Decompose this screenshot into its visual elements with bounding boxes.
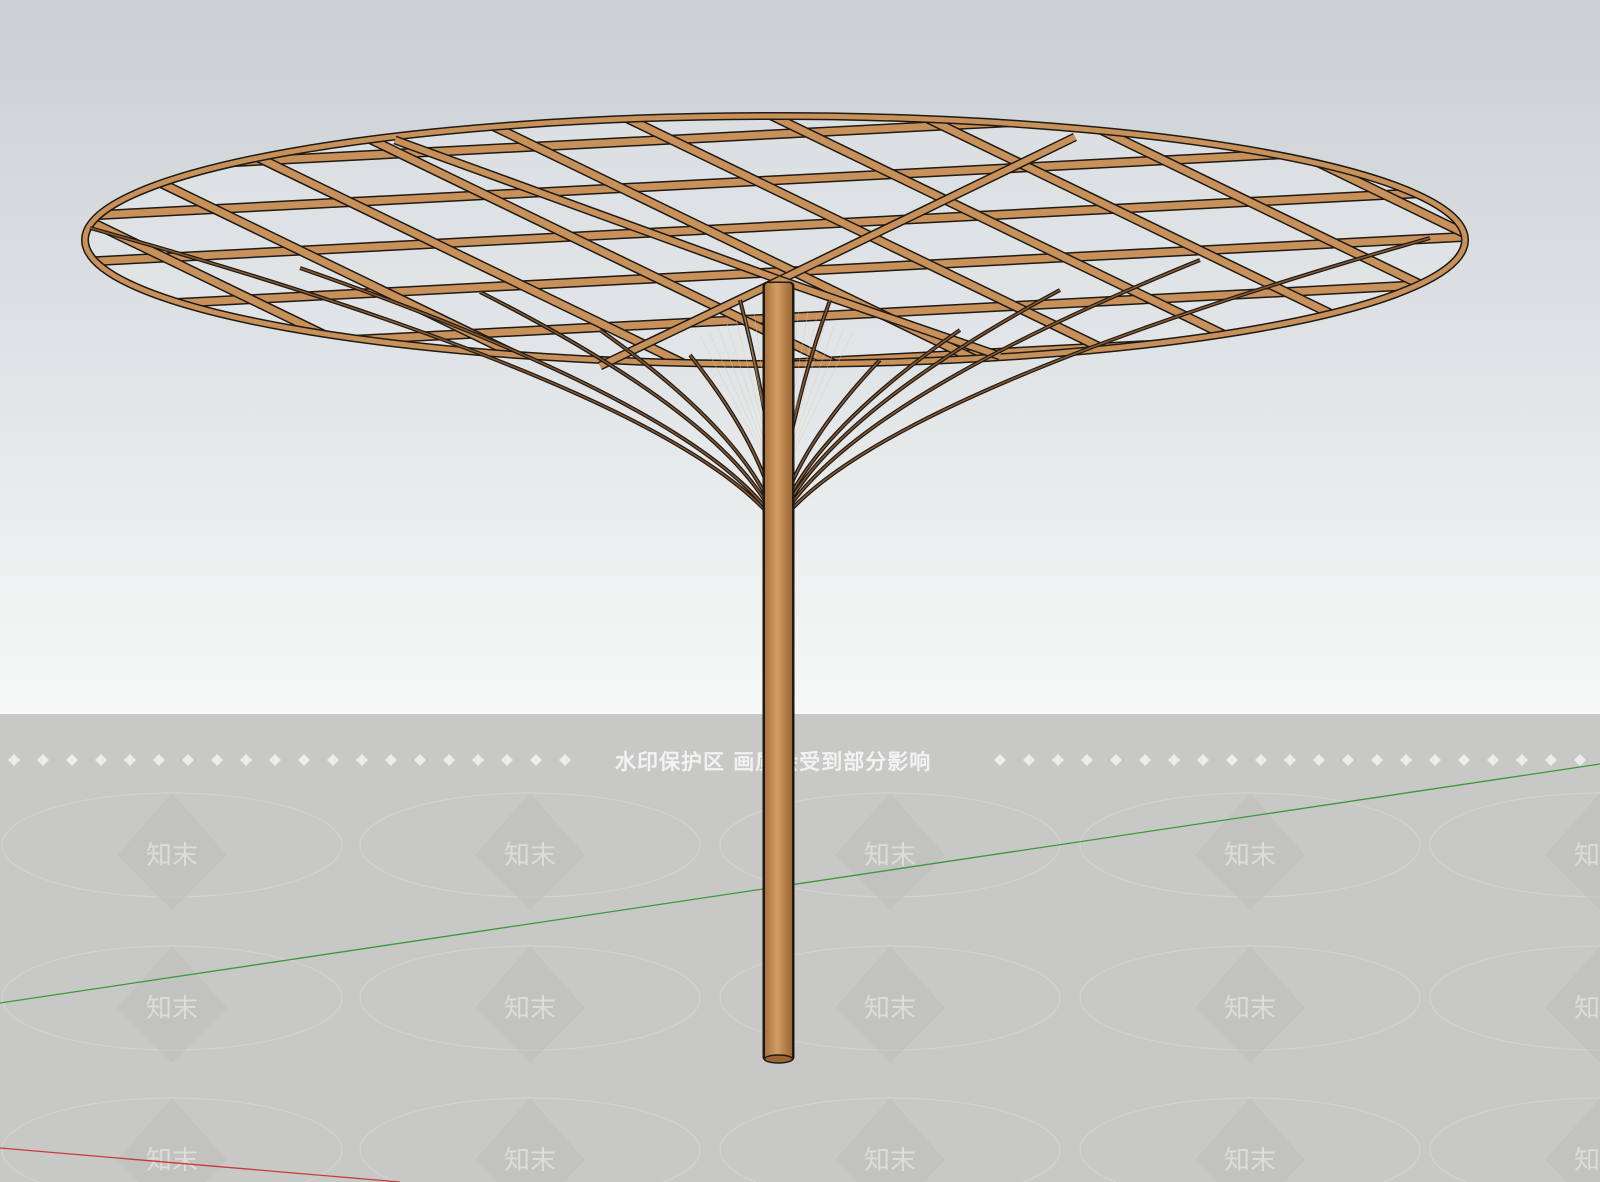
watermark-logo-text: 知末 — [1224, 994, 1276, 1024]
watermark-logo-text: 知末 — [504, 841, 556, 871]
watermark-logo-text: 知末 — [864, 841, 916, 871]
pole-shaft[interactable] — [765, 283, 792, 1060]
model-scene[interactable]: 知末知末知末知末知末知末知末知末知末知末知末知末知末知末知末 水印保护区 画质会… — [0, 0, 1600, 1182]
watermark-logo-text: 知末 — [864, 994, 916, 1024]
watermark-logo-text: 知末 — [1574, 994, 1600, 1024]
watermark-logo-text: 知末 — [504, 1146, 556, 1176]
watermark-logo-text: 知末 — [1224, 841, 1276, 871]
watermark-logo-text: 知末 — [504, 994, 556, 1024]
watermark-logo-text: 知末 — [864, 1146, 916, 1176]
pole-base — [763, 1054, 794, 1064]
watermark-logo-text: 知末 — [146, 841, 198, 871]
watermark-logo-text: 知末 — [1574, 841, 1600, 871]
ground-plane — [0, 714, 1600, 1182]
watermark-logo-text: 知末 — [1224, 1146, 1276, 1176]
watermark-logo-text: 知末 — [146, 994, 198, 1024]
umbrella-pole[interactable] — [762, 281, 795, 1064]
watermark-logo-text: 知末 — [1574, 1146, 1600, 1176]
sketchup-viewport[interactable]: 知末知末知末知末知末知末知末知末知末知末知末知末知末知末知末 水印保护区 画质会… — [0, 0, 1600, 1182]
